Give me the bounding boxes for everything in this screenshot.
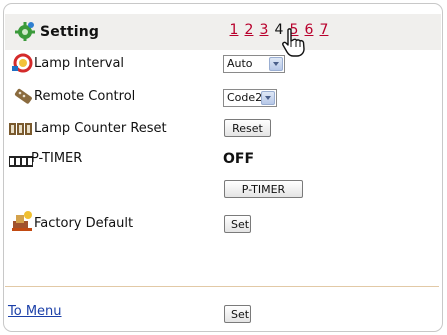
p-timer-button[interactable]: P-TIMER [224,180,303,198]
factory-default-icon [10,209,34,233]
lamp-interval-icon [12,53,34,73]
lamp-counter-reset-label: Lamp Counter Reset [34,121,167,136]
settings-panel [3,3,443,332]
lamp-interval-select[interactable]: Auto [223,55,285,73]
p-timer-status: OFF [223,151,255,167]
remote-control-label: Remote Control [34,89,136,104]
settings-icon [14,20,36,42]
to-menu-link[interactable]: To Menu [8,304,62,319]
timer-icon [9,152,33,167]
page-link-7[interactable]: 7 [318,22,330,38]
chevron-down-icon [269,57,283,71]
lamp-counter-reset-button[interactable]: Reset [224,119,271,137]
page-link-1[interactable]: 1 [228,22,240,38]
page-link-2[interactable]: 2 [243,22,255,38]
p-timer-label: P-TIMER [31,151,83,166]
lamp-interval-label: Lamp Interval [34,56,125,71]
remote-control-select[interactable]: Code2 [223,89,277,107]
page-link-3[interactable]: 3 [258,22,270,38]
remote-control-value: Code2 [227,91,263,104]
lamp-counter-icon [9,121,33,135]
hand-cursor-icon [281,28,307,58]
divider [5,286,439,287]
factory-default-label: Factory Default [34,216,134,231]
remote-control-icon [12,86,34,106]
factory-default-set-button[interactable]: Set [224,215,251,233]
lamp-interval-value: Auto [227,57,253,70]
chevron-down-icon [261,91,275,105]
page-title: Setting [40,24,100,40]
footer-set-button[interactable]: Set [224,305,251,323]
